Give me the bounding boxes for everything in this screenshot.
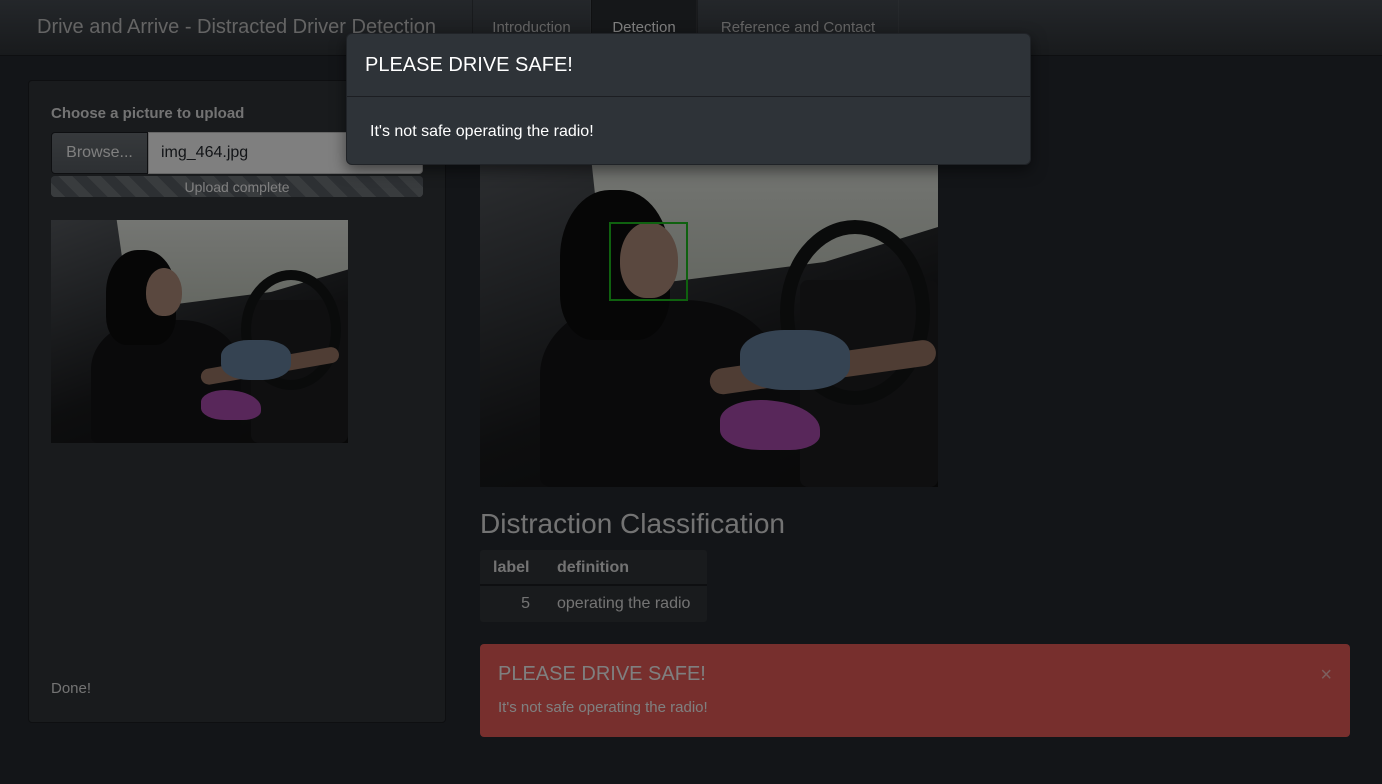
warning-modal: PLEASE DRIVE SAFE! It's not safe operati…	[346, 33, 1031, 165]
modal-header: PLEASE DRIVE SAFE!	[347, 34, 1030, 97]
modal-message: It's not safe operating the radio!	[370, 123, 594, 140]
modal-title: PLEASE DRIVE SAFE!	[365, 54, 573, 76]
